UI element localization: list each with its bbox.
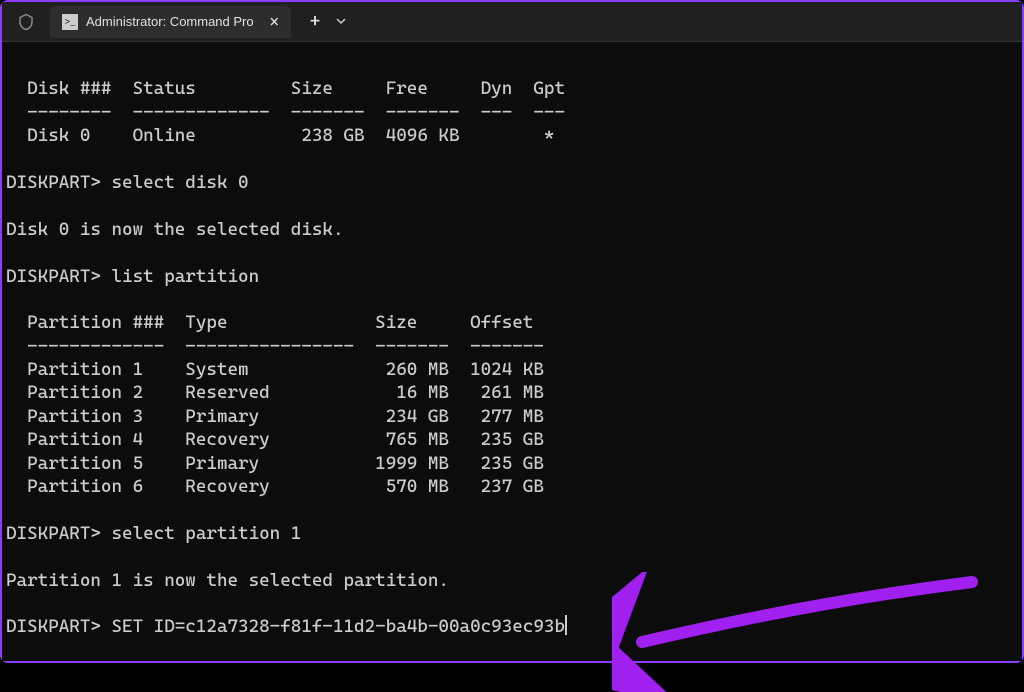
part-row-offset: 261 MB <box>481 382 544 403</box>
close-icon[interactable]: × <box>270 12 279 31</box>
titlebar: >_ Administrator: Command Pro × + <box>2 2 1022 42</box>
part-header-col4: Offset <box>470 312 533 333</box>
part-row-type: System <box>185 359 248 380</box>
part-row-type: Reserved <box>185 382 269 403</box>
terminal-icon: >_ <box>62 14 78 30</box>
prompt: DISKPART> <box>6 266 101 287</box>
part-row-offset: 237 GB <box>481 476 544 497</box>
part-row-name: Partition 3 <box>27 406 143 427</box>
part-row-offset: 235 GB <box>481 429 544 450</box>
msg-disk-selected: Disk 0 is now the selected disk. <box>6 219 344 240</box>
part-row-size: 16 MB <box>396 382 449 403</box>
disk-row-free: 4096 KB <box>386 125 460 146</box>
disk-row-name: Disk 0 <box>27 125 90 146</box>
disk-header-col4: Free <box>386 78 428 99</box>
part-header-col2: Type <box>185 312 227 333</box>
part-row-name: Partition 4 <box>27 429 143 450</box>
arrow-annotation <box>612 572 992 692</box>
part-row-name: Partition 1 <box>27 359 143 380</box>
part-row-offset: 235 GB <box>481 453 544 474</box>
part-row-size: 234 GB <box>386 406 449 427</box>
svg-text:>_: >_ <box>65 17 76 27</box>
cmd-select-disk: select disk 0 <box>111 172 248 193</box>
tab-command-prompt[interactable]: >_ Administrator: Command Pro × <box>50 6 291 38</box>
disk-header-col6: Gpt <box>533 78 565 99</box>
part-row-offset: 1024 KB <box>470 359 544 380</box>
prompt: DISKPART> <box>6 616 101 637</box>
disk-row-size: 238 GB <box>301 125 364 146</box>
part-row-type: Primary <box>185 406 259 427</box>
cmd-set-id: SET ID=c12a7328-f81f-11d2-ba4b-00a0c93ec… <box>111 616 565 637</box>
disk-header-col5: Dyn <box>481 78 513 99</box>
part-row-name: Partition 5 <box>27 453 143 474</box>
part-row-size: 765 MB <box>386 429 449 450</box>
part-row-type: Recovery <box>185 429 269 450</box>
part-row-offset: 277 MB <box>481 406 544 427</box>
disk-row-gpt: * <box>544 125 555 146</box>
part-row-type: Recovery <box>185 476 269 497</box>
cmd-list-partition: list partition <box>111 266 259 287</box>
disk-row-status: Online <box>133 125 196 146</box>
shield-icon <box>14 10 38 34</box>
tab-title: Administrator: Command Pro <box>86 14 254 29</box>
part-row-size: 570 MB <box>386 476 449 497</box>
part-row-name: Partition 2 <box>27 382 143 403</box>
disk-header-col3: Size <box>291 78 333 99</box>
msg-partition-selected: Partition 1 is now the selected partitio… <box>6 570 449 591</box>
tab-dropdown-button[interactable] <box>335 12 347 31</box>
part-row-size: 1999 MB <box>375 453 449 474</box>
cmd-select-partition: select partition 1 <box>111 523 301 544</box>
text-cursor <box>565 615 567 635</box>
disk-header-col1: Disk ### <box>27 78 111 99</box>
prompt: DISKPART> <box>6 523 101 544</box>
terminal-output[interactable]: Disk ### Status Size Free Dyn Gpt ------… <box>2 42 1022 661</box>
disk-header-col2: Status <box>133 78 196 99</box>
part-row-name: Partition 6 <box>27 476 143 497</box>
part-header-col1: Partition ### <box>27 312 164 333</box>
part-row-size: 260 MB <box>386 359 449 380</box>
new-tab-button[interactable]: + <box>303 11 327 32</box>
part-row-type: Primary <box>185 453 259 474</box>
part-header-col3: Size <box>375 312 417 333</box>
prompt: DISKPART> <box>6 172 101 193</box>
